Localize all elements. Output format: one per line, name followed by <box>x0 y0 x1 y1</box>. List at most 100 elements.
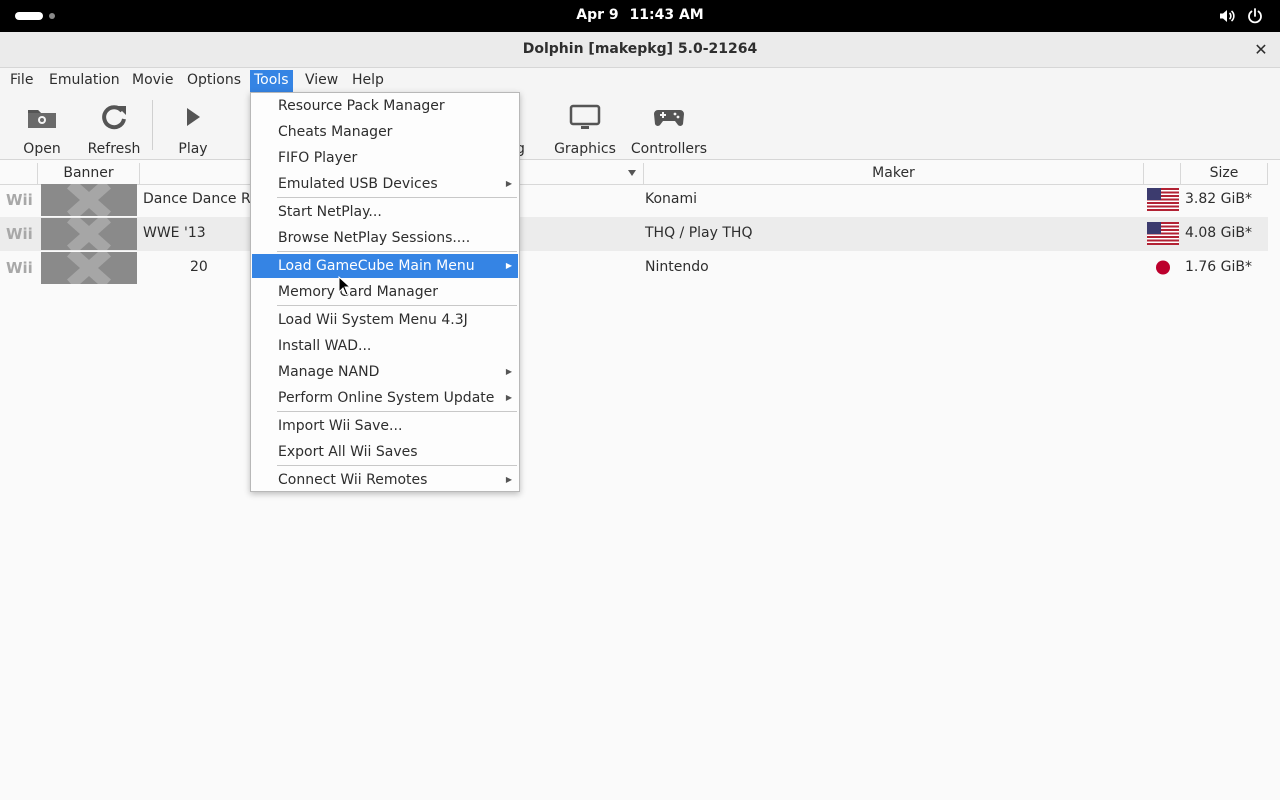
menu-item-manage-nand[interactable]: Manage NAND ▶ <box>252 360 518 384</box>
controllers-label: Controllers <box>630 141 708 157</box>
mouse-pointer-icon <box>338 276 352 296</box>
open-button[interactable]: Open <box>14 98 70 157</box>
refresh-label: Refresh <box>87 141 141 157</box>
controllers-button[interactable]: Controllers <box>628 98 710 157</box>
banner-placeholder <box>41 218 137 250</box>
column-header-region[interactable] <box>1144 163 1181 185</box>
menu-item-label: Load GameCube Main Menu <box>278 258 475 274</box>
column-header-size[interactable]: Size <box>1181 163 1268 185</box>
game-maker: Konami <box>645 191 698 207</box>
menu-item-emulated-usb-devices[interactable]: Emulated USB Devices ▶ <box>252 172 518 196</box>
menu-help[interactable]: Help <box>348 70 388 92</box>
japan-flag-icon <box>1156 260 1170 275</box>
table-row[interactable]: Wii WWE '13 THQ / Play THQ 4.08 GiB* <box>0 217 1268 251</box>
menu-item-resource-pack-manager[interactable]: Resource Pack Manager <box>252 94 518 118</box>
menu-item-label: Manage NAND <box>278 364 380 380</box>
menu-separator <box>277 465 517 466</box>
menu-movie[interactable]: Movie <box>128 70 177 92</box>
toolbar-separator <box>152 100 153 150</box>
graphics-button[interactable]: Graphics <box>552 98 618 157</box>
menu-item-load-wii-system-menu[interactable]: Load Wii System Menu 4.3J <box>252 308 518 332</box>
banner-placeholder <box>41 252 137 284</box>
menu-item-load-gamecube-main-menu[interactable]: Load GameCube Main Menu ▶ <box>252 254 518 278</box>
game-size: 1.76 GiB* <box>1185 259 1252 275</box>
menu-item-install-wad[interactable]: Install WAD... <box>252 334 518 358</box>
window-title: Dolphin [makepkg] 5.0-21264 <box>522 41 758 57</box>
toolbar: Open Refresh Play g Graphics Controllers <box>0 92 1280 160</box>
menu-item-label: Memory Card Manager <box>278 284 438 300</box>
menu-item-label: Resource Pack Manager <box>278 98 445 114</box>
platform-label: Wii <box>6 225 33 243</box>
menu-item-memory-card-manager[interactable]: Memory Card Manager <box>252 280 518 304</box>
menu-separator <box>277 197 517 198</box>
menu-item-perform-online-system-update[interactable]: Perform Online System Update ▶ <box>252 386 518 410</box>
play-button[interactable]: Play <box>166 98 220 157</box>
column-header-banner[interactable]: Banner <box>38 163 140 185</box>
menu-item-connect-wii-remotes[interactable]: Connect Wii Remotes ▶ <box>252 468 518 492</box>
column-header-maker[interactable]: Maker <box>644 163 1144 185</box>
menu-item-label: Perform Online System Update <box>278 390 495 406</box>
menu-options[interactable]: Options <box>183 70 245 92</box>
menu-item-label: Connect Wii Remotes <box>278 472 428 488</box>
top-bar: Apr 9 11:43 AM <box>0 0 1280 32</box>
menu-item-label: Load Wii System Menu 4.3J <box>278 312 468 328</box>
menu-item-label: Import Wii Save... <box>278 418 403 434</box>
submenu-arrow-icon: ▶ <box>505 179 512 188</box>
open-label: Open <box>23 141 61 157</box>
game-maker: Nintendo <box>645 259 709 275</box>
clock-time: 11:43 AM <box>629 7 704 23</box>
game-size: 4.08 GiB* <box>1185 225 1252 241</box>
clock[interactable]: Apr 9 11:43 AM <box>0 7 1280 23</box>
menu-item-cheats-manager[interactable]: Cheats Manager <box>252 120 518 144</box>
gamepad-icon <box>654 110 684 126</box>
banner-placeholder <box>41 184 137 216</box>
table-row[interactable]: Wii Dance Dance Re Konami 3.82 GiB* <box>0 183 1268 217</box>
sort-arrow-icon <box>628 170 636 176</box>
close-icon[interactable]: ✕ <box>1252 42 1270 58</box>
menu-item-label: Cheats Manager <box>278 124 393 140</box>
usa-flag-icon <box>1147 222 1179 245</box>
menu-item-label: Start NetPlay... <box>278 204 382 220</box>
menu-item-fifo-player[interactable]: FIFO Player <box>252 146 518 170</box>
usa-flag-icon <box>1147 188 1179 211</box>
menu-item-label: Install WAD... <box>278 338 372 354</box>
menu-bar: File Emulation Movie Options Tools View … <box>0 68 1280 92</box>
game-title: WWE '13 <box>143 225 206 241</box>
menu-item-label: Browse NetPlay Sessions.... <box>278 230 471 246</box>
game-title: Dance Dance Re <box>143 191 259 207</box>
play-label: Play <box>178 141 208 157</box>
menu-separator <box>277 411 517 412</box>
submenu-arrow-icon: ▶ <box>505 261 512 270</box>
submenu-arrow-icon: ▶ <box>505 393 512 402</box>
game-maker: THQ / Play THQ <box>645 225 753 241</box>
menu-item-label: Emulated USB Devices <box>278 176 438 192</box>
refresh-button[interactable]: Refresh <box>84 98 144 157</box>
menu-separator <box>277 251 517 252</box>
menu-separator <box>277 305 517 306</box>
window-title-bar: Dolphin [makepkg] 5.0-21264 ✕ <box>0 32 1280 68</box>
tools-dropdown-menu: Resource Pack Manager Cheats Manager FIF… <box>250 92 520 492</box>
table-row[interactable]: Wii 20 Nintendo 1.76 GiB* <box>0 251 1268 285</box>
menu-emulation[interactable]: Emulation <box>45 70 124 92</box>
menu-item-start-netplay[interactable]: Start NetPlay... <box>252 200 518 224</box>
volume-icon[interactable] <box>1218 7 1236 25</box>
folder-open-icon <box>28 110 56 128</box>
game-list: Banner Maker Size Wii Dance Dance Re Kon… <box>0 160 1280 800</box>
game-title: 20 <box>190 259 208 275</box>
menu-item-import-wii-save[interactable]: Import Wii Save... <box>252 414 518 438</box>
power-icon[interactable] <box>1246 7 1264 25</box>
menu-item-label: Export All Wii Saves <box>278 444 418 460</box>
menu-file[interactable]: File <box>6 70 37 92</box>
game-size: 3.82 GiB* <box>1185 191 1252 207</box>
menu-item-label: FIFO Player <box>278 150 358 166</box>
submenu-arrow-icon: ▶ <box>505 367 512 376</box>
menu-view[interactable]: View <box>301 70 342 92</box>
menu-tools[interactable]: Tools <box>250 70 293 92</box>
play-icon <box>187 108 200 126</box>
menu-item-export-all-wii-saves[interactable]: Export All Wii Saves <box>252 440 518 464</box>
column-header-platform[interactable] <box>0 163 38 185</box>
refresh-icon <box>102 105 126 130</box>
platform-label: Wii <box>6 259 33 277</box>
menu-item-browse-netplay-sessions[interactable]: Browse NetPlay Sessions.... <box>252 226 518 250</box>
graphics-label: Graphics <box>554 141 616 157</box>
